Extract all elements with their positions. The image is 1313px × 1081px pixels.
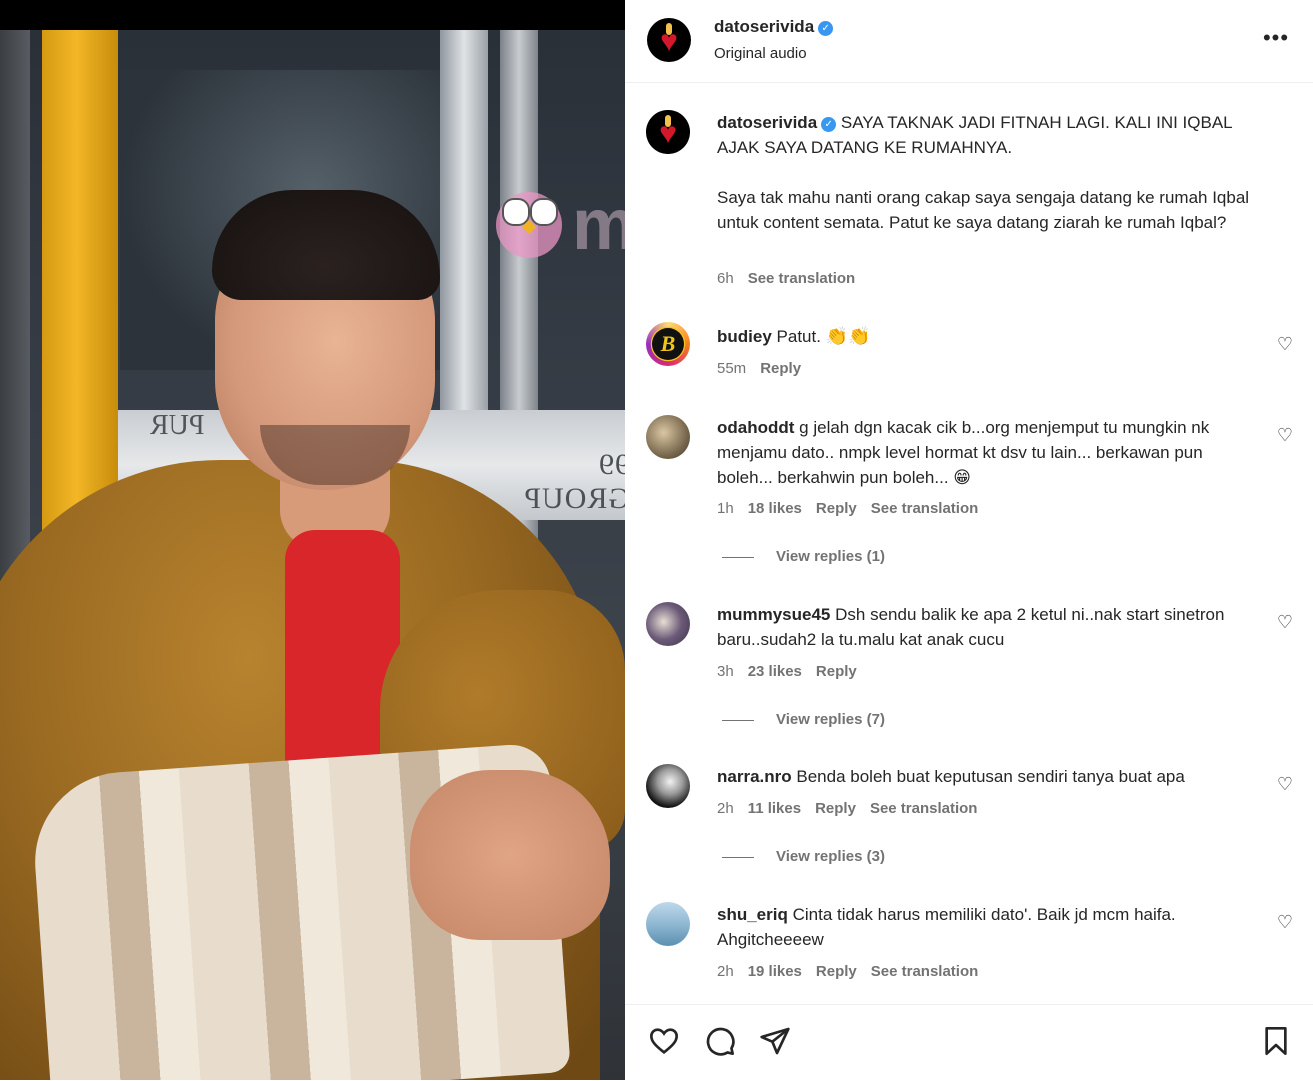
caption-username[interactable]: datoserivida [717, 113, 817, 132]
sign-text-right: 99 GROUP [523, 448, 625, 515]
avatar[interactable] [646, 902, 690, 946]
reply-button[interactable]: Reply [816, 963, 857, 980]
bookmark-icon[interactable] [1258, 1023, 1294, 1059]
reply-button[interactable]: Reply [816, 500, 857, 517]
comment-time: 2h [717, 800, 734, 817]
sign-text-left: PUR [150, 410, 205, 441]
verified-badge-icon: ✓ [821, 117, 837, 132]
like-comment-icon[interactable]: ♡ [1273, 910, 1297, 934]
avatar[interactable] [646, 764, 690, 808]
video-frame: PUR 99 GROUP [0, 30, 625, 1080]
reply-button[interactable]: Reply [760, 360, 801, 377]
comment-icon[interactable] [702, 1023, 738, 1059]
comment-time: 1h [717, 500, 734, 517]
likes-count[interactable]: 19 likes [748, 963, 802, 980]
view-replies-button[interactable]: View replies (1) [722, 548, 885, 565]
verified-badge-icon: ✓ [818, 21, 834, 36]
comment-username[interactable]: shu_eriq [717, 905, 788, 924]
comment-text: Benda boleh buat keputusan sendiri tanya… [796, 767, 1185, 786]
likes-count[interactable]: 18 likes [748, 500, 802, 517]
comment-time: 2h [717, 963, 734, 980]
watermark-text: murai [572, 185, 625, 265]
post-media[interactable]: PUR 99 GROUP murai [0, 0, 625, 1080]
see-translation-link[interactable]: See translation [748, 270, 856, 287]
likes-count[interactable]: 23 likes [748, 663, 802, 680]
avatar[interactable] [646, 602, 690, 646]
like-comment-icon[interactable]: ♡ [1273, 423, 1297, 447]
view-replies-button[interactable]: View replies (7) [722, 711, 885, 728]
reply-button[interactable]: Reply [816, 663, 857, 680]
header-username[interactable]: datoserivida [714, 17, 814, 36]
comment-username[interactable]: budiey [717, 327, 772, 346]
likes-count[interactable]: 11 likes [748, 800, 801, 817]
like-comment-icon[interactable]: ♡ [1273, 332, 1297, 356]
comment-username[interactable]: odahoddt [717, 418, 794, 437]
avatar[interactable]: ♥ [647, 18, 691, 62]
like-comment-icon[interactable]: ♡ [1273, 772, 1297, 796]
comment-text: Patut. [776, 327, 821, 346]
more-options-icon[interactable]: ••• [1261, 24, 1291, 54]
owl-icon [496, 192, 562, 258]
see-translation-link[interactable]: See translation [870, 800, 978, 817]
post-side-panel: ♥ datoserivida ✓ Original audio ••• ♥ dat… [625, 0, 1313, 1080]
avatar[interactable] [646, 415, 690, 459]
person-hands [410, 770, 610, 940]
share-icon[interactable] [757, 1023, 793, 1059]
media-top-bar [0, 0, 625, 30]
caption-text-2: Saya tak mahu nanti orang cakap saya sen… [717, 188, 1250, 232]
comment-time: 3h [717, 663, 734, 680]
watermark-logo: murai [496, 185, 625, 270]
reply-button[interactable]: Reply [815, 800, 856, 817]
grin-emoji: 😁 [953, 468, 972, 487]
clap-emoji: 👏👏 [825, 326, 871, 346]
heart-icon[interactable] [646, 1023, 682, 1059]
avatar[interactable]: B [646, 322, 690, 366]
comment-username[interactable]: narra.nro [717, 767, 792, 786]
post-header: ♥ datoserivida ✓ Original audio ••• [625, 0, 1313, 83]
see-translation-link[interactable]: See translation [871, 500, 979, 517]
action-bar [625, 1004, 1313, 1081]
avatar[interactable]: ♥ [646, 110, 690, 154]
view-replies-button[interactable]: View replies (3) [722, 848, 885, 865]
caption-time: 6h [717, 270, 734, 287]
see-translation-link[interactable]: See translation [871, 963, 979, 980]
original-audio-link[interactable]: Original audio [714, 45, 807, 62]
comment-time: 55m [717, 360, 747, 377]
like-comment-icon[interactable]: ♡ [1273, 610, 1297, 634]
comment-username[interactable]: mummysue45 [717, 605, 830, 624]
